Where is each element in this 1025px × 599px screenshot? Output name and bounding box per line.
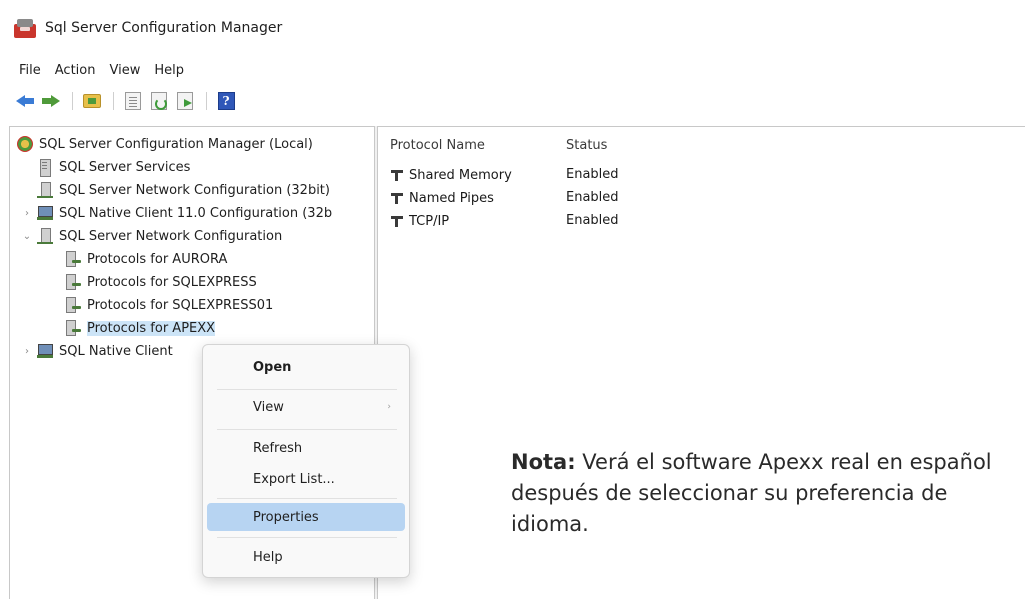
tree-item-label: SQL Server Network Configuration — [59, 228, 283, 244]
list-item[interactable]: TCP/IP — [390, 210, 449, 232]
tree-item-label: SQL Native Client — [59, 343, 173, 359]
submenu-arrow-icon: › — [387, 402, 391, 412]
refresh-icon — [151, 92, 167, 110]
protocol-status: Enabled — [566, 190, 619, 205]
protocols-icon — [64, 319, 82, 337]
title-bar: Sql Server Configuration Manager — [0, 0, 1025, 56]
protocol-icon — [390, 215, 406, 227]
language-note: Nota: Verá el software Apexx real en esp… — [511, 447, 1011, 540]
show-hide-tree-button[interactable] — [122, 90, 144, 112]
menu-separator — [217, 537, 397, 538]
toolbar-separator — [113, 92, 114, 110]
protocols-icon — [64, 250, 82, 268]
window-title: Sql Server Configuration Manager — [45, 20, 283, 36]
menu-item-label: View — [253, 399, 284, 415]
menu-bar: File Action View Help — [0, 58, 191, 82]
protocol-status: Enabled — [566, 167, 619, 182]
refresh-button[interactable] — [148, 90, 170, 112]
sql-server-app-icon — [14, 18, 36, 38]
network-config-icon — [36, 181, 54, 199]
expand-chevron-icon[interactable]: › — [22, 208, 32, 219]
menu-separator — [217, 498, 397, 499]
protocol-name: Shared Memory — [409, 167, 512, 183]
tree-item-protocols-sqlexpress[interactable]: Protocols for SQLEXPRESS — [64, 271, 257, 293]
help-icon: ? — [217, 92, 235, 110]
sql-config-manager-window: Sql Server Configuration Manager File Ac… — [0, 0, 1025, 599]
toolbar: ? — [0, 88, 241, 114]
tree-item-sql-server-services[interactable]: SQL Server Services — [36, 156, 190, 178]
menu-help[interactable]: Help — [147, 63, 191, 78]
tree-item-protocols-apexx[interactable]: Protocols for APEXX — [64, 317, 216, 339]
collapse-chevron-icon[interactable]: ⌄ — [22, 231, 32, 242]
up-folder-icon — [83, 94, 101, 108]
menu-separator — [217, 389, 397, 390]
forward-button[interactable] — [40, 90, 62, 112]
config-manager-icon — [16, 135, 34, 153]
tree-item-label: SQL Server Network Configuration (32bit) — [59, 182, 330, 198]
protocol-icon — [390, 192, 406, 204]
list-item[interactable]: Shared Memory — [390, 164, 512, 186]
help-button[interactable]: ? — [215, 90, 237, 112]
protocol-status: Enabled — [566, 213, 619, 228]
menu-separator — [217, 429, 397, 430]
expand-chevron-icon[interactable]: › — [22, 346, 32, 357]
native-client-icon — [36, 204, 54, 222]
protocol-icon — [390, 169, 406, 181]
tree-item-network-config[interactable]: ⌄ SQL Server Network Configuration — [22, 225, 282, 247]
protocols-icon — [64, 273, 82, 291]
tree-item-label: Protocols for AURORA — [87, 251, 228, 267]
export-list-icon — [177, 92, 193, 110]
column-header-protocol-name[interactable]: Protocol Name — [390, 138, 485, 153]
menu-item-export-list[interactable]: Export List... — [207, 465, 405, 493]
protocol-name: Named Pipes — [409, 190, 494, 206]
export-list-button[interactable] — [174, 90, 196, 112]
tree-item-label: SQL Server Services — [59, 159, 191, 175]
show-hide-tree-icon — [125, 92, 141, 110]
tree-item-label: Protocols for APEXX — [87, 320, 216, 336]
tree-item-label: SQL Native Client 11.0 Configuration (32… — [59, 205, 333, 221]
network-config-icon — [36, 227, 54, 245]
menu-view[interactable]: View — [102, 63, 147, 78]
menu-item-properties[interactable]: Properties — [207, 503, 405, 531]
back-arrow-icon — [16, 95, 34, 107]
toolbar-separator — [206, 92, 207, 110]
tree-item-protocols-aurora[interactable]: Protocols for AURORA — [64, 248, 227, 270]
note-label: Nota: — [511, 450, 576, 474]
up-level-button[interactable] — [81, 90, 103, 112]
context-menu: Open View › Refresh Export List... Prope… — [202, 344, 410, 578]
tree-item-root[interactable]: SQL Server Configuration Manager (Local) — [16, 133, 313, 155]
tree-item-protocols-sqlexpress01[interactable]: Protocols for SQLEXPRESS01 — [64, 294, 273, 316]
list-item[interactable]: Named Pipes — [390, 187, 494, 209]
protocol-name: TCP/IP — [409, 213, 450, 229]
column-header-status[interactable]: Status — [566, 138, 607, 153]
menu-item-view[interactable]: View › — [207, 393, 405, 421]
server-icon — [36, 158, 54, 177]
back-button[interactable] — [14, 90, 36, 112]
menu-item-help[interactable]: Help — [207, 543, 405, 571]
tree-item-native-client-32bit[interactable]: › SQL Native Client 11.0 Configuration (… — [22, 202, 332, 224]
forward-arrow-icon — [42, 95, 60, 107]
protocols-icon — [64, 296, 82, 314]
tree-item-label: Protocols for SQLEXPRESS01 — [87, 297, 274, 313]
tree-item-label: SQL Server Configuration Manager (Local) — [39, 136, 313, 152]
menu-item-open[interactable]: Open — [207, 353, 405, 381]
menu-action[interactable]: Action — [48, 63, 103, 78]
tree-item-native-client[interactable]: › SQL Native Client — [22, 340, 173, 362]
tree-item-label: Protocols for SQLEXPRESS — [87, 274, 257, 290]
tree-item-network-config-32bit[interactable]: SQL Server Network Configuration (32bit) — [36, 179, 330, 201]
native-client-icon — [36, 342, 54, 360]
menu-file[interactable]: File — [12, 63, 48, 78]
toolbar-separator — [72, 92, 73, 110]
menu-item-refresh[interactable]: Refresh — [207, 434, 405, 462]
note-text: Verá el software Apexx real en español d… — [511, 450, 992, 536]
